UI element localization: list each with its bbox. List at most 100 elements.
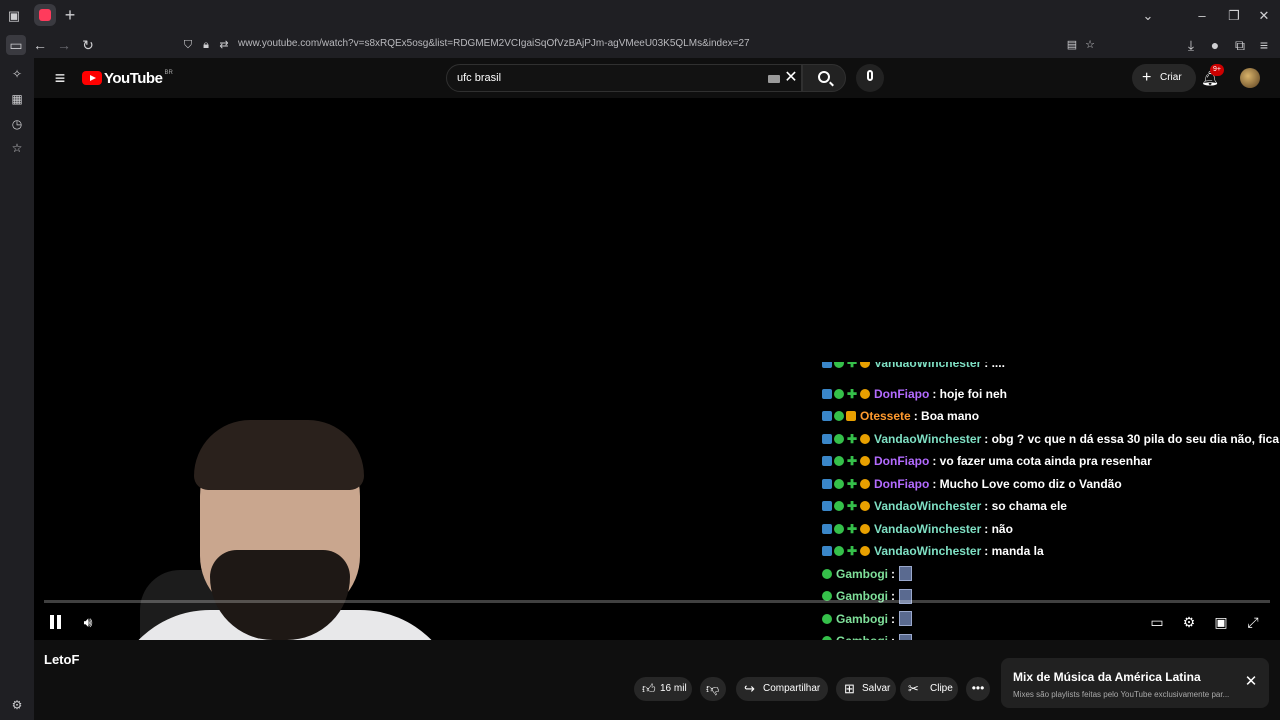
- dislike-button[interactable]: 👎︎: [700, 677, 726, 701]
- bookmark-star-icon[interactable]: ☆: [1082, 37, 1098, 53]
- new-tab-icon[interactable]: +: [62, 6, 78, 24]
- downloads-icon[interactable]: ⤓: [1181, 35, 1201, 55]
- close-icon[interactable]: ✕: [1254, 6, 1274, 26]
- tab-overview-icon[interactable]: ▣: [6, 8, 22, 24]
- chat-text: : ....: [984, 362, 1005, 370]
- chat-message: ✚ DonFiapo: hoje foi neh: [822, 385, 1007, 403]
- share-button[interactable]: ↪ Compartilhar: [736, 677, 828, 701]
- back-icon[interactable]: ←: [30, 35, 50, 55]
- chat-text: : so chama ele: [984, 499, 1067, 513]
- restore-icon[interactable]: ❐: [1224, 6, 1244, 26]
- twitch-badge-icon: [822, 523, 832, 534]
- chat-username: VandaoWinchester: [874, 544, 982, 558]
- crown-badge-icon: [846, 411, 856, 421]
- verified-badge-icon: [822, 568, 832, 579]
- like-count: 16 mil: [660, 683, 687, 694]
- save-button[interactable]: ⊞ Salvar: [836, 677, 896, 701]
- twitch-badge-icon: [822, 546, 832, 556]
- chat-text: : manda la: [984, 544, 1044, 558]
- twitch-badge-icon: [822, 478, 832, 489]
- chat-username: Gambogi: [836, 611, 889, 626]
- browser-sidebar: ✧ ▦ ◷ ☆: [0, 58, 34, 720]
- account-icon[interactable]: ●: [1205, 35, 1225, 55]
- youtube-logo[interactable]: YouTube BR: [82, 69, 173, 87]
- browser-tab-bar: ▣ + ⌄ – ❐ ✕: [0, 0, 1280, 32]
- streamer-hair: [194, 420, 364, 490]
- sub-badge-icon: [860, 501, 870, 511]
- search-query: ufc brasil: [457, 72, 502, 84]
- reader-mode-icon[interactable]: ▤: [1064, 37, 1080, 53]
- forward-icon[interactable]: →: [54, 35, 74, 55]
- verified-badge-icon: [834, 501, 844, 511]
- chat-text: : Mucho Love como diz o Vandão: [932, 476, 1122, 491]
- chat-emote: [899, 566, 913, 581]
- extensions-icon[interactable]: ⧉: [1230, 35, 1250, 55]
- save-label: Salvar: [862, 683, 891, 694]
- youtube-play-icon: [82, 71, 102, 85]
- fullscreen-icon[interactable]: ⤢: [1243, 612, 1263, 632]
- pause-icon[interactable]: [50, 615, 62, 629]
- guide-menu-icon[interactable]: ≡: [50, 68, 70, 88]
- clip-label: Clipe: [930, 683, 953, 694]
- avatar[interactable]: [1240, 68, 1260, 88]
- settings-icon[interactable]: ⚙: [1179, 612, 1199, 632]
- clear-search-icon[interactable]: ✕: [783, 69, 799, 87]
- chat-message: Gambogi:: [822, 565, 913, 583]
- create-label: Criar: [1160, 72, 1182, 83]
- sub-badge-icon: [860, 456, 870, 466]
- chat-username: Gambogi: [836, 566, 889, 581]
- chat-message: ✚ VandaoWinchester: ....: [822, 362, 1005, 372]
- verified-badge-icon: [834, 546, 844, 556]
- sub-badge-icon: [860, 433, 870, 444]
- permissions-icon[interactable]: ⇄: [216, 37, 232, 53]
- voice-search-button[interactable]: [856, 64, 884, 92]
- close-toast-icon[interactable]: ✕: [1243, 674, 1259, 690]
- youtube-wordmark: YouTube: [104, 69, 163, 87]
- sub-badge-icon: [860, 478, 870, 489]
- minimize-icon[interactable]: –: [1192, 6, 1212, 26]
- lock-icon[interactable]: 🔒︎: [198, 37, 214, 53]
- volume-icon[interactable]: 🔊︎: [78, 612, 98, 632]
- synced-tabs-icon[interactable]: ▦: [9, 91, 25, 107]
- verified-badge-icon: [834, 433, 844, 444]
- reload-icon[interactable]: ↻: [78, 35, 98, 55]
- plus-badge-icon: ✚: [846, 521, 858, 536]
- verified-badge-icon: [834, 478, 844, 489]
- clip-button[interactable]: ✂ Clipe: [900, 677, 958, 701]
- chat-message: Otessete: Boa mano: [822, 407, 979, 425]
- twitch-badge-icon: [822, 411, 832, 421]
- chat-username: VandaoWinchester: [874, 521, 982, 536]
- subtitles-icon[interactable]: ▭: [1147, 612, 1167, 632]
- history-icon[interactable]: ◷: [9, 116, 25, 132]
- create-button[interactable]: + Criar: [1132, 64, 1196, 92]
- ai-chat-icon[interactable]: ✧: [9, 66, 25, 82]
- search-input[interactable]: ufc brasil ✕: [446, 64, 802, 92]
- plus-icon: +: [1142, 69, 1152, 86]
- notifications-button[interactable]: 🔔︎ 9+: [1200, 64, 1224, 88]
- sidebar-toggle-icon[interactable]: ▭: [6, 35, 26, 55]
- chat-text: : obg ? vc que n dá essa 30 pila do seu …: [984, 431, 1280, 446]
- country-code: BR: [164, 70, 173, 76]
- search-button[interactable]: [802, 64, 846, 92]
- sub-badge-icon: [860, 523, 870, 534]
- chat-text: : não: [984, 521, 1013, 536]
- plus-badge-icon: ✚: [846, 386, 858, 401]
- more-actions-button[interactable]: •••: [966, 677, 990, 701]
- address-bar[interactable]: ⛉ 🔒︎ ⇄ www.youtube.com/watch?v=s8xRQEx5o…: [176, 34, 1106, 56]
- progress-bar[interactable]: [44, 600, 1270, 603]
- bookmarks-icon[interactable]: ☆: [9, 140, 25, 156]
- like-button[interactable]: 👍︎ 16 mil: [634, 677, 692, 701]
- chat-text: : hoje foi neh: [932, 386, 1007, 401]
- browser-tab-youtube[interactable]: [34, 4, 56, 26]
- keyboard-icon[interactable]: [768, 75, 780, 83]
- plus-badge-icon: ✚: [846, 499, 858, 513]
- chat-message: ✚ DonFiapo: vo fazer uma cota ainda pra r…: [822, 452, 1152, 470]
- plus-badge-icon: ✚: [846, 431, 858, 446]
- plus-badge-icon: ✚: [846, 454, 858, 468]
- theater-mode-icon[interactable]: ▣: [1211, 612, 1231, 632]
- sidebar-settings-icon[interactable]: ⚙: [9, 697, 25, 713]
- shield-icon[interactable]: ⛉: [180, 37, 196, 53]
- playlist-mix-toast[interactable]: Mix de Música da América Latina Mixes sã…: [1001, 658, 1269, 708]
- menu-icon[interactable]: ≡: [1254, 35, 1274, 55]
- chevron-down-icon[interactable]: ⌄: [1138, 6, 1158, 26]
